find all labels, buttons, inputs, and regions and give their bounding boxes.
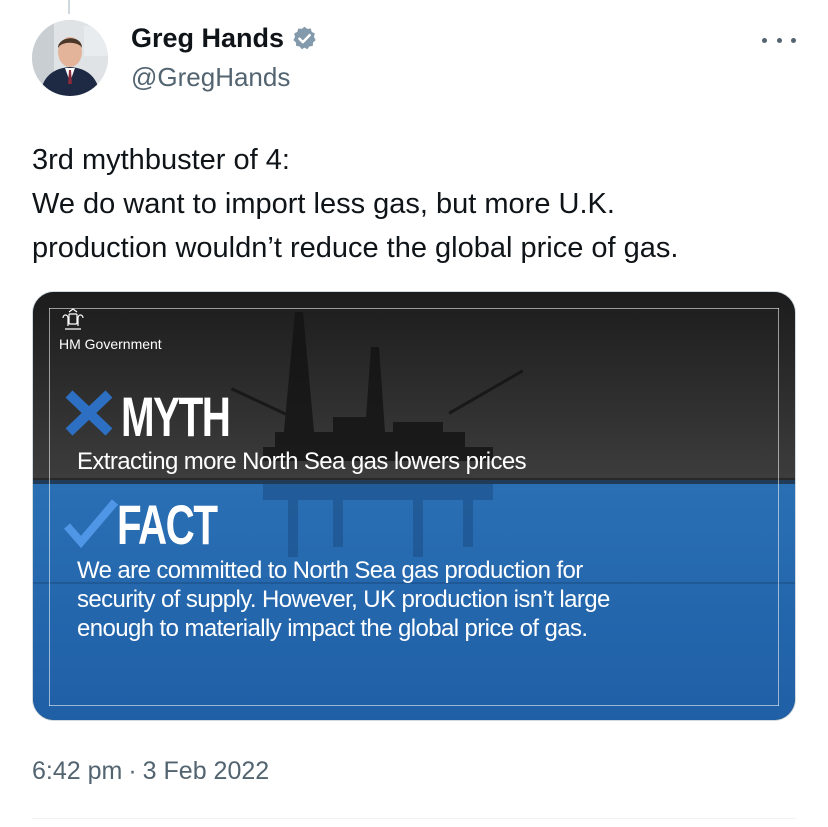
- frame-line: [49, 308, 779, 309]
- divider: [32, 818, 796, 819]
- royal-crest-icon: [62, 308, 84, 330]
- tweet-time: 6:42 pm: [32, 757, 123, 785]
- author-display-name[interactable]: Greg Hands: [131, 23, 284, 54]
- tweet-media-image[interactable]: HM Government MYTH Extracting more North…: [32, 291, 796, 721]
- cross-icon: [65, 390, 113, 436]
- fact-line: security of supply. However, UK producti…: [77, 586, 610, 613]
- myth-statement: Extracting more North Sea gas lowers pri…: [77, 448, 527, 475]
- more-horizontal-icon: [791, 37, 796, 43]
- frame-line: [49, 308, 50, 706]
- tweet-text-line: 3rd mythbuster of 4:: [32, 144, 290, 176]
- frame-line: [49, 705, 779, 706]
- author-name-row: Greg Hands: [131, 23, 318, 54]
- fact-line: We are committed to North Sea gas produc…: [77, 557, 583, 584]
- fact-statement: We are committed to North Sea gas produc…: [77, 556, 610, 643]
- tweet-date: 3 Feb 2022: [142, 757, 270, 785]
- checkmark-icon: [63, 499, 119, 549]
- frame-line: [778, 308, 779, 706]
- tweet-text: 3rd mythbuster of 4: We do want to impor…: [32, 138, 802, 270]
- fact-heading: FACT: [117, 493, 218, 556]
- tweet-timestamp[interactable]: 6:42 pm · 3 Feb 2022: [32, 757, 269, 786]
- profile-photo-icon: [32, 20, 108, 96]
- tweet-text-line: production wouldn’t reduce the global pr…: [32, 232, 679, 264]
- more-horizontal-icon: [776, 37, 782, 43]
- author-handle[interactable]: @GregHands: [131, 62, 290, 93]
- more-horizontal-icon: [762, 37, 767, 43]
- author-avatar[interactable]: [32, 20, 108, 96]
- more-options-button[interactable]: [762, 28, 796, 52]
- thread-connector-line: [68, 0, 70, 14]
- myth-heading: MYTH: [121, 385, 231, 448]
- fact-line: enough to materially impact the global p…: [77, 615, 588, 642]
- verified-badge-icon: [291, 25, 318, 52]
- separator-dot: ·: [128, 757, 137, 785]
- tweet-text-line: We do want to import less gas, but more …: [32, 188, 615, 220]
- hm-government-label: HM Government: [59, 336, 162, 352]
